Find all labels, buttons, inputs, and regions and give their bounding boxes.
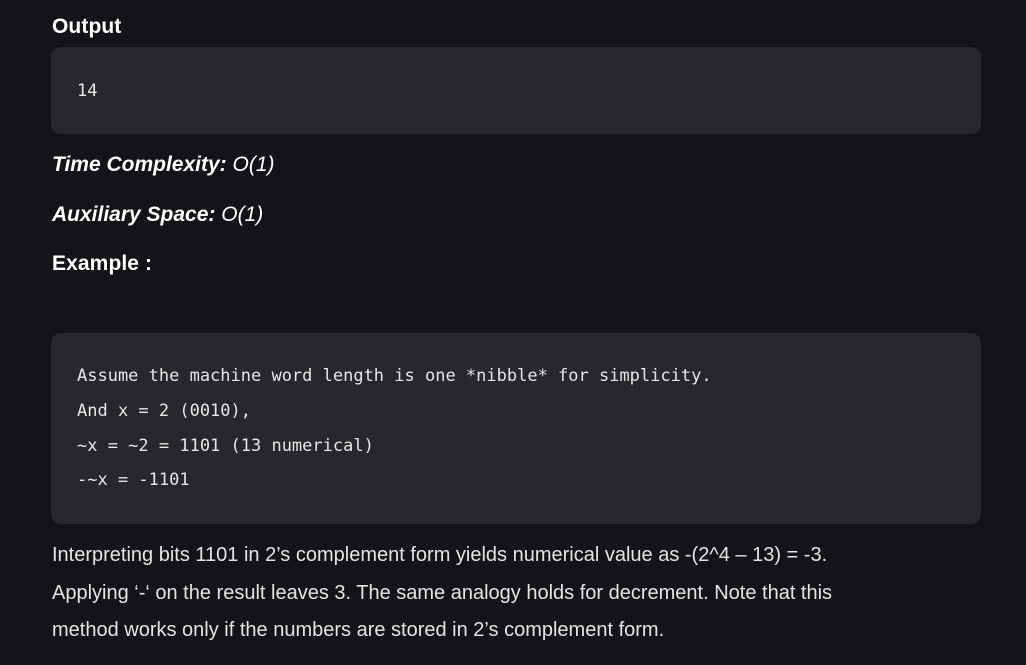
example-code-block: Assume the machine word length is one *n… xyxy=(51,333,981,524)
code-line: ~x = ~2 = 1101 (13 numerical) xyxy=(77,436,374,456)
output-heading: Output xyxy=(52,15,122,38)
explanation-paragraph: Interpreting bits 1101 in 2’s complement… xyxy=(52,537,992,650)
output-code-block: 14 xyxy=(51,47,981,134)
auxiliary-space-label: Auxiliary Space: xyxy=(52,203,216,226)
code-line: -~x = -1101 xyxy=(77,470,190,490)
auxiliary-space: Auxiliary Space: O(1) xyxy=(52,203,263,227)
time-complexity-label: Time Complexity: xyxy=(52,153,227,176)
explanation-line: Interpreting bits 1101 in 2’s complement… xyxy=(52,544,828,566)
explanation-line: Applying ‘-‘ on the result leaves 3. The… xyxy=(52,581,833,604)
time-complexity-value: O(1) xyxy=(232,153,275,176)
code-line: And x = 2 (0010), xyxy=(77,401,251,421)
auxiliary-space-value: O(1) xyxy=(221,203,264,226)
output-value: 14 xyxy=(77,81,98,101)
time-complexity: Time Complexity: O(1) xyxy=(52,153,275,177)
explanation-line: method works only if the numbers are sto… xyxy=(52,619,665,641)
example-heading: Example : xyxy=(52,252,153,275)
code-line: Assume the machine word length is one *n… xyxy=(77,366,712,386)
